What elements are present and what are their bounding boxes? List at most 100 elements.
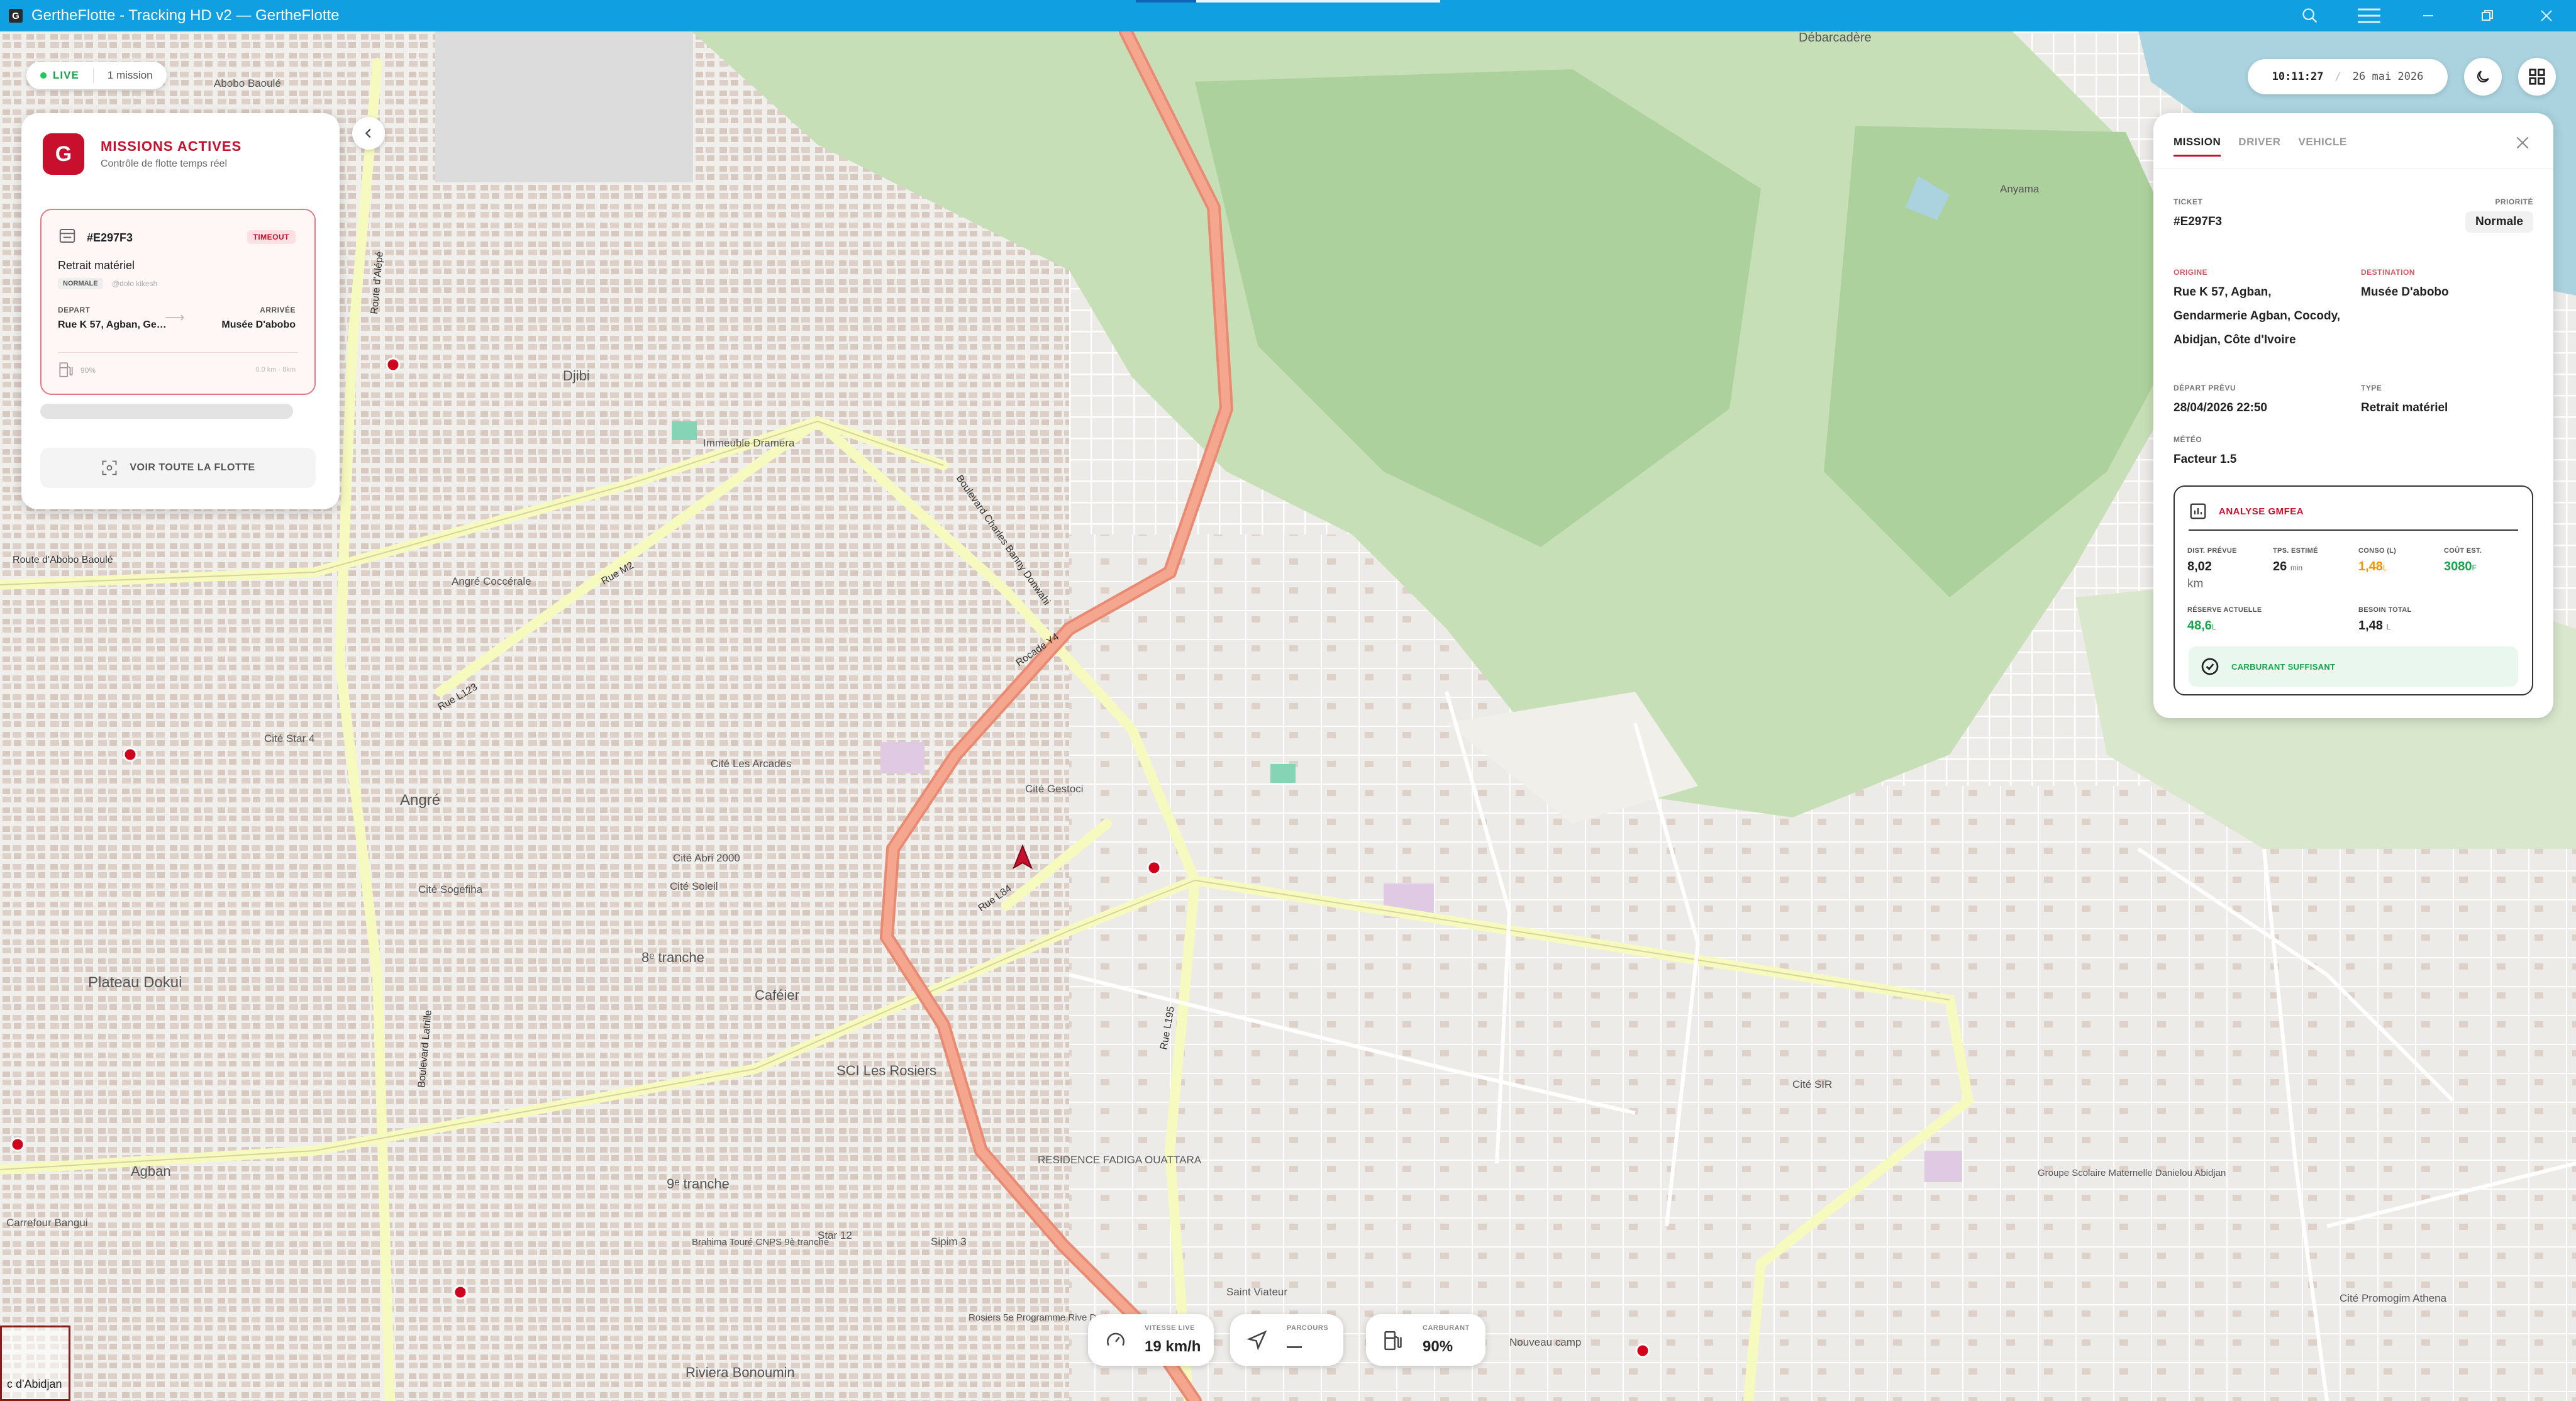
weather-label: MÉTÉO [2174,435,2202,444]
minimize-icon[interactable] [2399,0,2458,31]
map-attribution: c d'Abidjan [0,1326,70,1401]
live-dot-icon [40,72,47,79]
route-stat: PARCOURS — [1230,1314,1343,1366]
dark-mode-button[interactable] [2464,58,2502,96]
dist-label: DIST. PRÉVUE [2187,547,2237,555]
fuel-status: CARBURANT SUFFISANT [2231,662,2336,672]
moon-icon [2477,70,2489,83]
arrival-label: ARRIVÉE [260,306,296,314]
origin-label: ORIGINE [2174,268,2208,277]
missions-panel: G MISSIONS ACTIVES Contrôle de flotte te… [21,113,340,509]
mission-detail-panel: MISSION DRIVER VEHICLE TICKET #E297F3 PR… [2153,113,2553,718]
map-label: Cité Star 4 [264,733,314,745]
menu-icon[interactable] [2340,0,2399,31]
map-label: Immeuble Dramera [703,437,795,449]
fuel-sufficient-banner: CARBURANT SUFFISANT [2189,646,2518,687]
reserve-label: RÉSERVE ACTUELLE [2187,606,2262,614]
loading-skeleton [40,404,293,419]
navigation-icon [1246,1329,1268,1354]
departure-label: DEPART [58,306,91,314]
road-label: Route d'Abobo Baoulé [13,555,113,565]
chevron-left-icon [365,128,371,138]
dist-unit: km [2187,577,2204,590]
departure-address: Rue K 57, Agban, Gendarmerie Agban, Coco… [58,319,171,330]
route-label: PARCOURS [1287,1324,1329,1332]
layout-button[interactable] [2518,58,2556,96]
map-label: Cité Les Arcades [711,758,792,770]
map-label: 9ᵉ tranche [667,1176,730,1192]
map-label: Anyama [2000,183,2040,195]
search-icon[interactable] [2280,0,2340,31]
close-icon[interactable] [2514,135,2531,154]
dist-value: 8,02 [2187,560,2212,573]
panel-title: MISSIONS ACTIVES [101,138,242,154]
ticket-icon [58,226,77,248]
map-label: Plateau Dokui [88,974,182,991]
map-label: Angré Coccérale [452,575,531,587]
destination-value: Musée D'abobo [2361,285,2449,299]
destination-label: DESTINATION [2361,268,2415,277]
panel-subtitle: Contrôle de flotte temps réel [101,158,227,169]
chart-icon [2190,503,2206,519]
mission-count: 1 mission [107,69,153,81]
app-logo: G [9,9,23,23]
tab-driver[interactable]: DRIVER [2238,136,2280,157]
arrival-address: Musée D'abobo [221,319,296,330]
map-label: 8ᵉ tranche [641,950,704,965]
map-label: Cité Abri 2000 [673,852,740,864]
origin-line-2: Gendarmerie Agban, Cocody, [2174,309,2340,323]
map-label: SCI Les Rosiers [836,1063,936,1078]
map-label: Cité Promogim Athena [2340,1292,2447,1304]
map-label: Sipim 3 [931,1236,967,1248]
gmfea-analysis-card: ANALYSE GMFEA DIST. PRÉVUE 8,02 km TPS. … [2174,485,2533,695]
cost-value-group: 3080F [2444,560,2477,573]
planned-departure-label: DÉPART PRÉVU [2174,384,2236,392]
reserve-value-group: 48,6L [2187,619,2216,633]
map-label: Cité SIR [1792,1078,1832,1090]
map-label: Caféier [755,987,799,1003]
priority-label: PRIORITÉ [2495,197,2533,206]
fuel-pump-icon [58,361,74,382]
map-label: RESIDENCE FADIGA OUATTARA [1038,1154,1202,1166]
status-badge: TIMEOUT [247,230,296,244]
map-label: Cité Sogefiha [418,883,483,895]
analysis-title: ANALYSE GMFEA [2219,506,2304,517]
map-label: Cité Soleil [670,880,718,892]
tab-indicator [1136,0,1440,3]
collapse-panel-button[interactable] [352,117,385,150]
live-label: LIVE [53,69,79,81]
mission-id: #E297F3 [87,231,133,244]
grid-layout-icon [2529,69,2545,85]
tab-vehicle[interactable]: VEHICLE [2299,136,2347,157]
map-label: Saint Viateur [1226,1286,1287,1298]
mission-card[interactable]: #E297F3 TIMEOUT Retrait matériel NORMALE… [40,209,316,395]
map-label: Abobo Baoulé [214,77,281,89]
speed-stat: VITESSE LIVE 19 km/h [1088,1314,1214,1366]
close-window-icon[interactable] [2517,0,2576,31]
tab-mission[interactable]: MISSION [2174,136,2221,157]
clock-time: 10:11:27 [2272,70,2324,83]
speed-value: 19 km/h [1145,1338,1201,1355]
fuel-label: CARBURANT [1423,1324,1470,1332]
fullscreen-icon [102,460,117,475]
time-value-group: 26 min [2273,560,2303,573]
restore-icon[interactable] [2458,0,2517,31]
mission-type: Retrait matériel [58,259,135,272]
view-fleet-button[interactable]: VOIR TOUTE LA FLOTTE [40,448,316,488]
map-label: Djibi [563,368,590,384]
check-circle-icon [2201,658,2219,675]
map-label: Groupe Scolaire Maternelle Danielou Abid… [2038,1168,2226,1178]
arrow-right-icon: ⟶ [165,309,185,325]
priority-value: Normale [2465,211,2533,233]
map-label: Brahima Touré CNPS 9è tranche [692,1237,829,1248]
map-label: Angré [400,792,440,809]
live-status-bar: LIVE 1 mission [26,62,167,89]
fuel-value: 90% [1423,1338,1453,1355]
origin-line-3: Abidjan, Côte d'Ivoire [2174,333,2296,346]
conso-label: CONSO (L) [2358,547,2397,555]
card-distance: 0.0 km · 8km [255,366,296,374]
cost-label: COÛT EST. [2444,547,2482,555]
window-title: GertheFlotte - Tracking HD v2 — GertheFl… [31,7,340,24]
weather-value: Facteur 1.5 [2174,453,2237,466]
driver-handle: @dolo kikesh [112,279,158,288]
